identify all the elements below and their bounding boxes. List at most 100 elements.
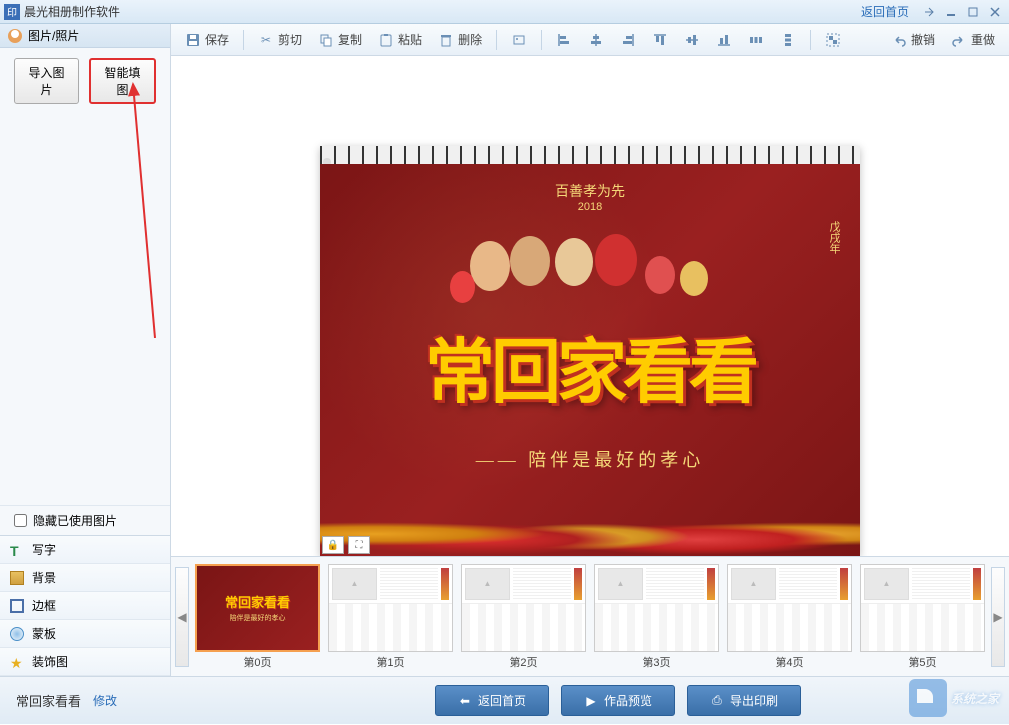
undo-button[interactable]: 撤销: [885, 28, 941, 51]
hide-used-checkbox[interactable]: [14, 514, 27, 527]
align-left-button[interactable]: [550, 29, 578, 51]
settings-icon[interactable]: [919, 4, 939, 20]
export-icon: ⎙: [710, 694, 724, 708]
canvas-expand-button[interactable]: ⛶: [348, 536, 370, 554]
thumbnail-page-3[interactable]: ▲ 第3页: [594, 564, 719, 670]
paste-button[interactable]: 粘贴: [372, 28, 428, 51]
thumb-image: ▲: [328, 564, 453, 652]
distribute-v-button[interactable]: [774, 29, 802, 51]
toolbar: 保存 ✂ 剪切 复制 粘贴 删除: [171, 24, 1009, 56]
canvas[interactable]: 百善孝为先 2018 戊戌年 常回家看看 陪伴是最好的孝心 🔒: [320, 146, 860, 556]
align-middle-button[interactable]: [678, 29, 706, 51]
app-icon: 印: [4, 4, 20, 20]
close-icon[interactable]: [985, 4, 1005, 20]
sidebar-buttons: 导入图片 智能填图: [0, 48, 170, 114]
separator: [541, 30, 542, 50]
canvas-main-title: 常回家看看: [320, 316, 860, 417]
align-right-button[interactable]: [614, 29, 642, 51]
align-1-button[interactable]: [505, 29, 533, 51]
content-area: 保存 ✂ 剪切 复制 粘贴 删除: [171, 24, 1009, 676]
sidebar: 图片/照片 导入图片 智能填图 隐藏已使用图片 T 写字 背景: [0, 24, 171, 676]
app-title: 晨光相册制作软件: [24, 3, 861, 20]
thumb-label: 第3页: [642, 654, 670, 670]
project-name: 常回家看看: [16, 691, 81, 710]
photo-icon: [8, 29, 22, 43]
align-right-icon: [620, 32, 636, 48]
cat-label: 蒙板: [32, 625, 56, 642]
cat-label: 写字: [32, 541, 56, 558]
cut-icon: ✂: [258, 32, 274, 48]
align-bottom-button[interactable]: [710, 29, 738, 51]
redo-button[interactable]: 重做: [945, 28, 1001, 51]
thumb-label: 第2页: [509, 654, 537, 670]
text-icon: T: [10, 543, 24, 557]
thumb-image: ▲: [594, 564, 719, 652]
preview-icon: ▶: [584, 694, 598, 708]
copy-button[interactable]: 复制: [312, 28, 368, 51]
thumbnail-page-1[interactable]: ▲ 第1页: [328, 564, 453, 670]
sidebar-item-decoration[interactable]: ★ 装饰图: [0, 648, 170, 676]
sidebar-spacer: [0, 114, 170, 505]
align-center-icon: [588, 32, 604, 48]
cat-label: 装饰图: [32, 653, 68, 670]
sidebar-item-text[interactable]: T 写字: [0, 536, 170, 564]
thumbnail-page-0[interactable]: 常回家看看 陪伴是最好的孝心 第0页: [195, 564, 320, 670]
canvas-area: 百善孝为先 2018 戊戌年 常回家看看 陪伴是最好的孝心 🔒: [171, 56, 1009, 556]
group-icon: [825, 32, 841, 48]
maximize-icon[interactable]: [963, 4, 983, 20]
canvas-lock-button[interactable]: 🔒: [322, 536, 344, 554]
home-link[interactable]: 返回首页: [861, 3, 909, 20]
sidebar-item-mask[interactable]: 蒙板: [0, 620, 170, 648]
smart-fill-button[interactable]: 智能填图: [89, 58, 156, 104]
align-top-button[interactable]: [646, 29, 674, 51]
thumb-image: ▲: [461, 564, 586, 652]
canvas-side-text: 戊戌年: [826, 221, 842, 254]
separator: [810, 30, 811, 50]
thumb-label: 第5页: [908, 654, 936, 670]
undo-icon: [891, 32, 907, 48]
thumbnail-page-4[interactable]: ▲ 第4页: [727, 564, 852, 670]
title-bar: 印 晨光相册制作软件 返回首页: [0, 0, 1009, 24]
sidebar-item-background[interactable]: 背景: [0, 564, 170, 592]
trash-icon: [438, 32, 454, 48]
thumbnail-page-5[interactable]: ▲ 第5页: [860, 564, 985, 670]
thumbnails: 常回家看看 陪伴是最好的孝心 第0页 ▲ 第1页 ▲ 第2页 ▲ 第3页: [195, 564, 985, 670]
save-button[interactable]: 保存: [179, 28, 235, 51]
mask-icon: [10, 627, 24, 641]
thumbnail-page-2[interactable]: ▲ 第2页: [461, 564, 586, 670]
group-button[interactable]: [819, 29, 847, 51]
distribute-h-button[interactable]: [742, 29, 770, 51]
preview-button[interactable]: ▶ 作品预览: [561, 685, 675, 716]
align-center-h-button[interactable]: [582, 29, 610, 51]
import-image-button[interactable]: 导入图片: [14, 58, 79, 104]
category-list: T 写字 背景 边框 蒙板 ★ 装饰图: [0, 535, 170, 676]
cut-button[interactable]: ✂ 剪切: [252, 28, 308, 51]
border-icon: [10, 599, 24, 613]
background-icon: [10, 571, 24, 585]
cat-label: 边框: [32, 597, 56, 614]
align-bottom-icon: [716, 32, 732, 48]
sidebar-item-border[interactable]: 边框: [0, 592, 170, 620]
thumb-next-button[interactable]: ▶: [991, 567, 1005, 667]
star-icon: ★: [10, 655, 24, 669]
thumb-image: 常回家看看 陪伴是最好的孝心: [195, 564, 320, 652]
thumb-label: 第0页: [243, 654, 271, 670]
export-button[interactable]: ⎙ 导出印刷: [687, 685, 801, 716]
sidebar-header-label: 图片/照片: [28, 27, 79, 44]
distribute-v-icon: [780, 32, 796, 48]
modify-link[interactable]: 修改: [93, 692, 117, 709]
thumb-prev-button[interactable]: ◀: [175, 567, 189, 667]
thumb-label: 第4页: [775, 654, 803, 670]
thumb-image: ▲: [727, 564, 852, 652]
canvas-year: 2018: [320, 201, 860, 213]
canvas-top-text: 百善孝为先: [320, 181, 860, 201]
thumb-image: ▲: [860, 564, 985, 652]
align-top-icon: [652, 32, 668, 48]
minimize-icon[interactable]: [941, 4, 961, 20]
hide-used-row: 隐藏已使用图片: [0, 505, 170, 535]
copy-icon: [318, 32, 334, 48]
bottom-bar: 常回家看看 修改 ⬅ 返回首页 ▶ 作品预览 ⎙ 导出印刷: [0, 676, 1009, 724]
paste-icon: [378, 32, 394, 48]
home-button[interactable]: ⬅ 返回首页: [435, 685, 549, 716]
delete-button[interactable]: 删除: [432, 28, 488, 51]
